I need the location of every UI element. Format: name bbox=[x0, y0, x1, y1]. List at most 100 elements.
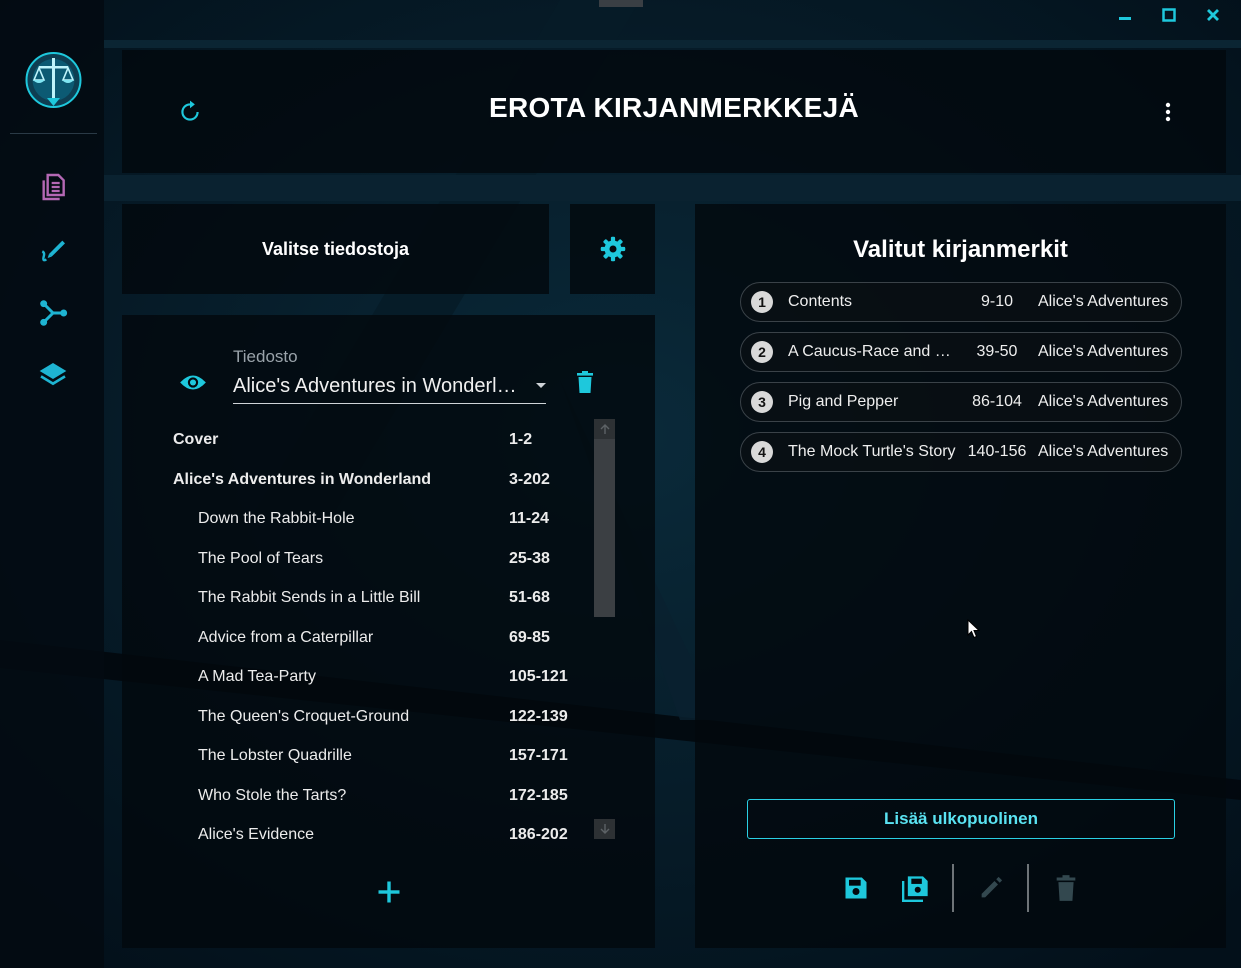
drag-handle[interactable] bbox=[599, 0, 643, 7]
delete-selected-button[interactable] bbox=[1050, 872, 1082, 904]
close-icon bbox=[1207, 9, 1219, 21]
chip-number: 4 bbox=[751, 441, 773, 463]
preview-button[interactable] bbox=[178, 371, 208, 393]
more-menu-button[interactable] bbox=[1154, 98, 1182, 126]
bookmark-title: A Mad Tea-Party bbox=[198, 668, 316, 685]
save-all-icon bbox=[902, 876, 928, 902]
chip-pages: 39-50 bbox=[976, 343, 1018, 360]
arrow-down-icon bbox=[600, 824, 609, 834]
bookmark-row[interactable]: Who Stole the Tarts? 172-185 bbox=[122, 781, 592, 811]
bookmark-pages: 1-2 bbox=[509, 431, 533, 448]
add-file-button[interactable] bbox=[374, 877, 404, 907]
bookmark-row[interactable]: Advice from a Caterpillar 69-85 bbox=[122, 623, 592, 653]
trash-icon bbox=[1056, 875, 1076, 901]
toolbar-divider bbox=[1027, 864, 1029, 912]
arrow-up-icon bbox=[600, 424, 609, 434]
scroll-down-button[interactable] bbox=[594, 819, 615, 839]
scroll-up-button[interactable] bbox=[594, 419, 615, 439]
chip-pages: 86-104 bbox=[972, 393, 1022, 410]
chip-pages: 9-10 bbox=[980, 293, 1014, 310]
selected-bookmark-chip[interactable]: 3 Pig and Pepper 86-104 Alice's Adventures bbox=[740, 382, 1182, 422]
split-merge-icon bbox=[40, 300, 68, 326]
sidebar-item-edit[interactable] bbox=[33, 230, 73, 270]
bookmark-title: The Queen's Croquet-Ground bbox=[198, 707, 410, 725]
bookmark-pages: 157-171 bbox=[509, 747, 568, 764]
bookmark-pages: 122-139 bbox=[509, 707, 568, 725]
selected-bookmark-chip[interactable]: 4 The Mock Turtle's Story 140-156 Alice's A… bbox=[740, 432, 1182, 472]
settings-button[interactable] bbox=[570, 204, 655, 294]
bookmark-row[interactable]: A Mad Tea-Party 105-121 bbox=[122, 662, 592, 692]
minimize-icon bbox=[1119, 17, 1131, 20]
chip-file: Alice's Adventures bbox=[1038, 443, 1169, 460]
sidebar-item-layers[interactable] bbox=[33, 355, 73, 395]
selected-bookmark-chip[interactable]: 2 A Caucus-Race and a Long Tale 39-50 Alice… bbox=[740, 332, 1182, 372]
maximize-icon bbox=[1162, 8, 1176, 22]
chip-number: 1 bbox=[751, 291, 773, 313]
chip-title: Pig and Pepper bbox=[788, 393, 899, 410]
chip-file: Alice's Adventures bbox=[1038, 343, 1169, 360]
edit-pen-icon bbox=[41, 240, 65, 262]
bookmark-title: Down the Rabbit-Hole bbox=[198, 510, 355, 527]
file-select[interactable]: Alice's Adventures in Wonderland bbox=[233, 375, 546, 404]
bookmark-row[interactable]: The Pool of Tears 25-38 bbox=[122, 544, 592, 574]
maximize-button[interactable] bbox=[1156, 4, 1182, 26]
bookmark-row[interactable]: The Rabbit Sends in a Little Bill 51-68 bbox=[122, 583, 592, 613]
minimize-button[interactable] bbox=[1112, 4, 1138, 26]
chip-number: 2 bbox=[751, 341, 773, 363]
bookmark-pages: 105-121 bbox=[509, 668, 568, 685]
edit-pencil-icon bbox=[981, 876, 1003, 898]
chip-file: Alice's Adventures bbox=[1038, 393, 1169, 410]
add-external-button[interactable]: Lisää ulkopuolinen bbox=[747, 799, 1175, 839]
edit-button[interactable] bbox=[975, 872, 1007, 904]
bookmark-pages: 51-68 bbox=[509, 589, 550, 606]
sidebar-item-documents[interactable] bbox=[33, 167, 73, 207]
close-button[interactable] bbox=[1200, 4, 1226, 26]
selected-bookmarks-title: Valitut kirjanmerkit bbox=[853, 236, 1068, 263]
document-icon bbox=[42, 173, 65, 201]
bookmark-row[interactable]: Alice's Adventures in Wonderland 3-202 bbox=[122, 465, 592, 495]
delete-file-button[interactable] bbox=[573, 369, 597, 395]
bookmark-title: The Lobster Quadrille bbox=[198, 747, 352, 764]
header-panel: EROTA KIRJANMERKKEJÄ bbox=[122, 50, 1226, 173]
bookmark-row[interactable]: Alice's Evidence 186-202 bbox=[122, 820, 592, 849]
bookmark-pages: 11-24 bbox=[509, 510, 550, 527]
select-files-label: Valitse tiedostoja bbox=[261, 238, 410, 259]
selected-bookmark-chip[interactable]: 1 Contents 9-10 Alice's Adventures bbox=[740, 282, 1182, 322]
selected-bookmarks-panel: Valitut kirjanmerkit 1 Contents 9-10 Alice'… bbox=[695, 204, 1226, 948]
chip-title: A Caucus-Race and a Long Tale bbox=[788, 343, 958, 360]
bookmark-row[interactable]: The Lobster Quadrille 157-171 bbox=[122, 741, 592, 771]
bookmark-title: Cover bbox=[173, 431, 219, 448]
add-external-label: Lisää ulkopuolinen bbox=[884, 809, 1038, 828]
more-vert-icon bbox=[1165, 102, 1171, 122]
bookmark-row[interactable]: The Queen's Croquet-Ground 122-139 bbox=[122, 702, 592, 732]
chip-title: The Mock Turtle's Story bbox=[788, 443, 956, 460]
file-panel: Tiedosto Alice's Adventures in Wonderlan… bbox=[122, 315, 655, 948]
sidebar-item-split[interactable] bbox=[33, 293, 73, 333]
plus-icon bbox=[378, 881, 400, 903]
bookmark-row[interactable]: Cover 1-2 bbox=[122, 425, 592, 455]
chip-file: Alice's Adventures bbox=[1038, 293, 1169, 310]
gear-icon bbox=[600, 236, 625, 262]
bookmark-row[interactable]: Down the Rabbit-Hole 11-24 bbox=[122, 504, 592, 534]
bookmark-title: Alice's Evidence bbox=[198, 826, 314, 843]
bookmark-title: The Rabbit Sends in a Little Bill bbox=[198, 589, 421, 606]
bookmark-title: Advice from a Caterpillar bbox=[198, 628, 374, 646]
trash-icon bbox=[577, 371, 593, 393]
bookmark-pages: 186-202 bbox=[509, 826, 568, 843]
chevron-down-icon bbox=[536, 383, 546, 388]
bookmark-list[interactable]: Cover 1-2 Alice's Adventures in Wonderland… bbox=[122, 419, 592, 849]
layers-icon bbox=[39, 363, 67, 386]
eye-icon bbox=[180, 375, 206, 389]
bookmark-title: Alice's Adventures in Wonderland bbox=[173, 470, 432, 488]
bookmark-pages: 3-202 bbox=[509, 470, 550, 488]
file-field-label: Tiedosto bbox=[233, 347, 298, 366]
file-select-value: Alice's Adventures in Wonderland bbox=[233, 375, 523, 397]
save-button[interactable] bbox=[840, 872, 872, 904]
select-files-button[interactable]: Valitse tiedostoja bbox=[122, 204, 549, 294]
justice-scales-sword-icon[interactable] bbox=[25, 50, 82, 110]
sidebar bbox=[0, 0, 104, 968]
save-all-button[interactable] bbox=[900, 872, 932, 904]
sidebar-divider bbox=[10, 133, 97, 134]
scrollbar-thumb[interactable] bbox=[594, 419, 615, 617]
chip-title: Contents bbox=[788, 293, 853, 310]
